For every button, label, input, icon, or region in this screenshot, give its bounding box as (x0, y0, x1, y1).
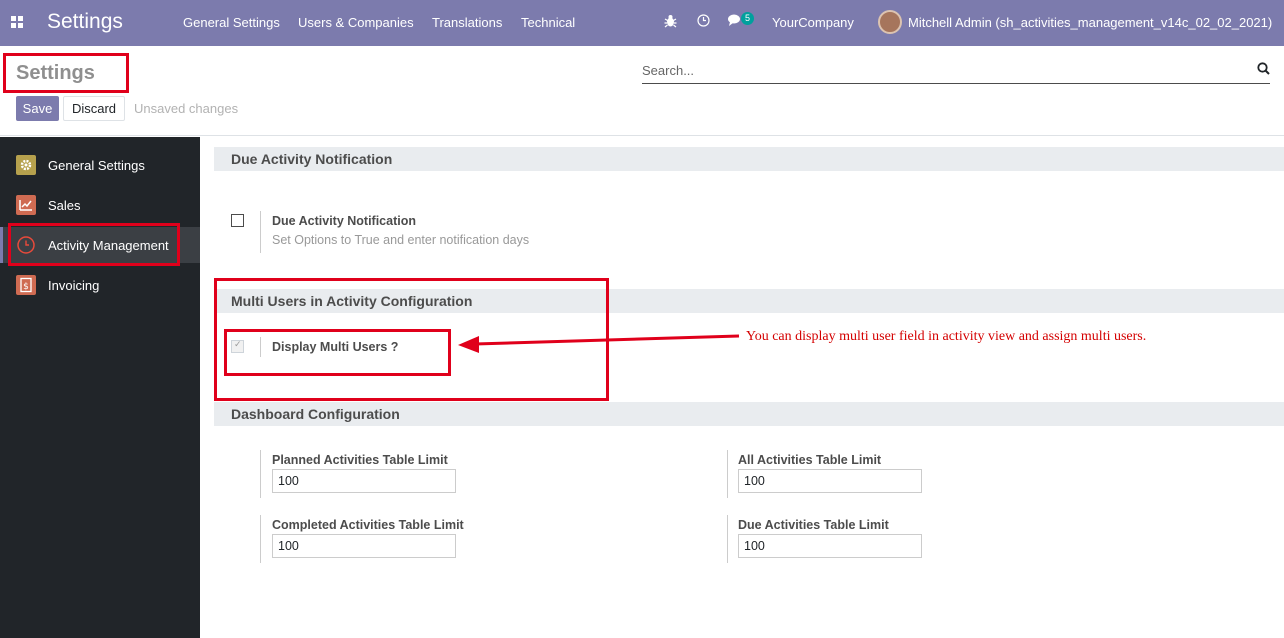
sidebar-item-label: Sales (48, 198, 81, 213)
sidebar-item-label: General Settings (48, 158, 145, 173)
annotation-box-sidebar (8, 223, 180, 266)
sidebar-item-general-settings[interactable]: General Settings (0, 147, 200, 183)
planned-limit-input[interactable]: 100 (272, 469, 456, 493)
search-icon[interactable] (1257, 62, 1270, 78)
invoice-icon: $ (16, 275, 36, 295)
apps-menu-icon[interactable] (11, 16, 23, 28)
gear-icon (16, 155, 36, 175)
search-bar[interactable]: Search... (642, 62, 1270, 84)
completed-limit-label: Completed Activities Table Limit (272, 518, 464, 532)
due-limit-label: Due Activities Table Limit (738, 518, 889, 532)
app-brand[interactable]: Settings (47, 10, 123, 34)
menu-users-companies[interactable]: Users & Companies (298, 15, 414, 30)
sidebar-item-sales[interactable]: Sales (0, 187, 200, 223)
user-avatar[interactable] (878, 10, 902, 34)
settings-sidebar: General Settings Sales Activity Manageme… (0, 137, 200, 638)
planned-limit-label: Planned Activities Table Limit (272, 453, 448, 467)
user-menu[interactable]: Mitchell Admin (sh_activities_management… (908, 15, 1272, 30)
section-heading-dashboard: Dashboard Configuration (214, 402, 1284, 426)
due-notification-help: Set Options to True and enter notificati… (272, 233, 530, 247)
annotation-box-setting (224, 329, 451, 376)
annotation-text: You can display multi user field in acti… (746, 329, 1147, 344)
section-title: Dashboard Configuration (231, 406, 400, 422)
all-limit-label: All Activities Table Limit (738, 453, 882, 467)
completed-limit-input[interactable]: 100 (272, 534, 456, 558)
setting-divider (727, 515, 728, 563)
menu-translations[interactable]: Translations (432, 15, 502, 30)
top-navbar: Settings General Settings Users & Compan… (0, 0, 1284, 46)
company-switcher[interactable]: YourCompany (772, 15, 854, 30)
setting-divider (260, 515, 261, 563)
section-heading-due: Due Activity Notification (214, 147, 1284, 171)
annotation-arrow-icon (458, 334, 740, 353)
debug-bug-icon[interactable] (664, 14, 677, 31)
sidebar-item-invoicing[interactable]: $ Invoicing (0, 267, 200, 303)
menu-general-settings[interactable]: General Settings (183, 15, 280, 30)
due-notification-title: Due Activity Notification (272, 214, 416, 228)
search-input[interactable]: Search... (642, 63, 694, 78)
unsaved-status: Unsaved changes (134, 101, 239, 116)
section-title: Due Activity Notification (231, 151, 393, 167)
messages-badge: 5 (741, 12, 755, 25)
setting-divider (727, 450, 728, 498)
save-button[interactable]: Save (16, 96, 59, 121)
menu-technical[interactable]: Technical (521, 15, 575, 30)
setting-divider (260, 450, 261, 498)
setting-divider (260, 211, 261, 253)
discard-button[interactable]: Discard (63, 96, 125, 121)
annotation-box-title (3, 53, 129, 93)
sidebar-item-label: Invoicing (48, 278, 100, 293)
svg-text:$: $ (23, 282, 29, 292)
chart-icon (16, 195, 36, 215)
due-limit-input[interactable]: 100 (738, 534, 922, 558)
activity-clock-icon[interactable] (697, 14, 710, 30)
all-limit-input[interactable]: 100 (738, 469, 922, 493)
due-notification-checkbox[interactable] (231, 214, 244, 227)
control-panel: Settings Search... Save Discard Unsaved … (0, 46, 1284, 136)
